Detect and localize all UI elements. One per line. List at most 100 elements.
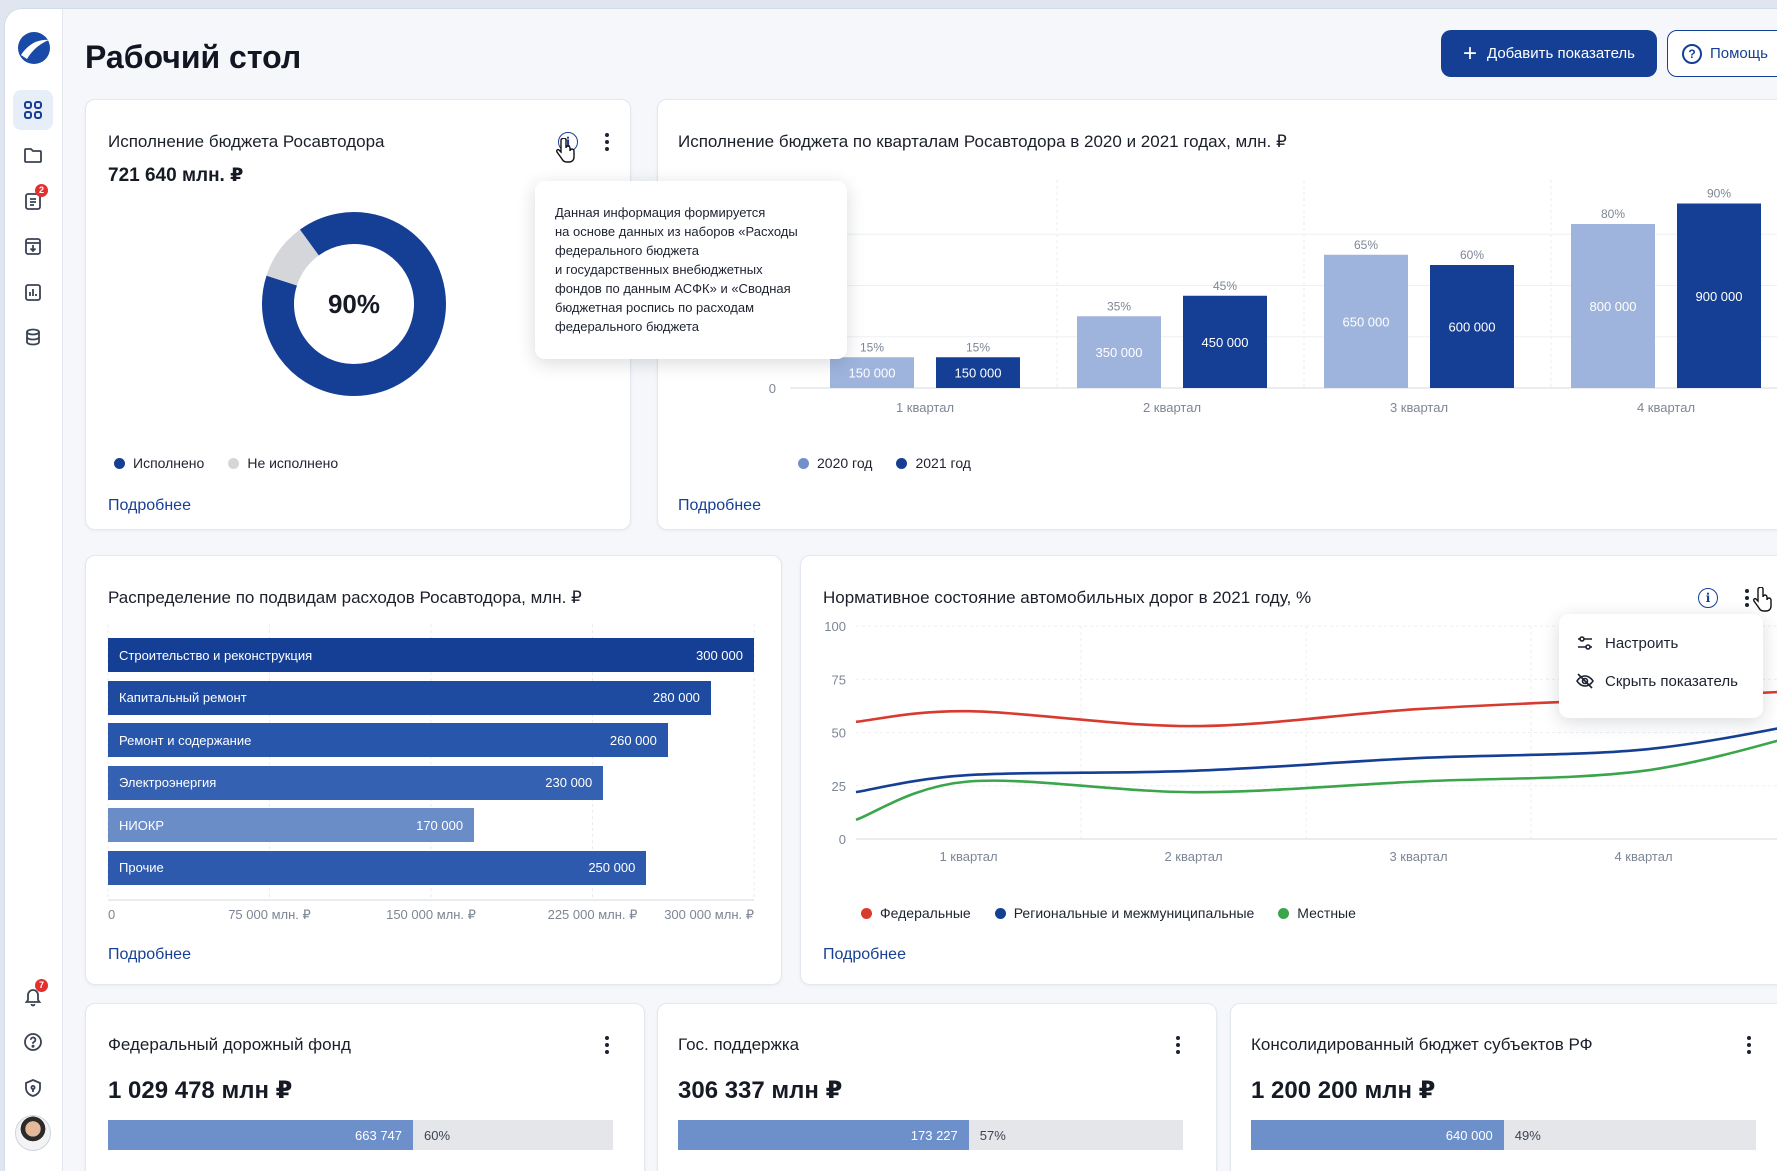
sidebar-item-folders[interactable] xyxy=(13,135,53,175)
y-tick-label: 0 xyxy=(769,381,776,396)
question-icon xyxy=(24,1033,42,1051)
question-icon: ? xyxy=(1682,43,1702,64)
bar-value-label: 150 000 xyxy=(849,366,896,381)
bar-percent-label: 60% xyxy=(1460,248,1484,262)
legend-item-executed: Исполнено xyxy=(114,455,204,471)
legend-label: Федеральные xyxy=(880,905,971,921)
bar-percent-label: 65% xyxy=(1354,238,1378,252)
bar-percent-label: 45% xyxy=(1213,279,1237,293)
menu-item-configure[interactable]: Настроить xyxy=(1575,633,1678,653)
subtypes-bar-chart: 0 75 000 млн. ₽ 150 000 млн. ₽ 225 000 млн.… xyxy=(86,556,783,986)
tasks-badge: 2 xyxy=(35,184,48,197)
budget-card-title: Исполнение бюджета Росавтодора xyxy=(108,132,385,151)
legend-item-federal: Федеральные xyxy=(861,905,971,921)
x-tick-label: 3 квартал xyxy=(1390,400,1448,415)
progress-bar: 663 747 60% xyxy=(108,1120,613,1150)
sidebar-item-database[interactable] xyxy=(13,317,53,357)
hbar-value-label: 250 000 xyxy=(588,860,636,875)
bar-percent-label: 15% xyxy=(860,340,884,354)
hbar-category-label: НИОКР xyxy=(119,817,165,833)
more-link[interactable]: Подробнее xyxy=(678,497,761,515)
y-tick-label: 50 xyxy=(832,726,846,741)
progress-percent: 49% xyxy=(1503,1120,1756,1150)
menu-item-label: Скрыть показатель xyxy=(1605,672,1738,690)
hbar-value-label: 280 000 xyxy=(652,690,700,705)
more-options-icon[interactable] xyxy=(1170,1034,1186,1056)
bar-value-label: 600 000 xyxy=(1449,320,1496,335)
x-tick-label: 75 000 млн. ₽ xyxy=(228,907,311,922)
x-tick-label: 1 квартал xyxy=(939,849,997,864)
x-tick-label: 0 xyxy=(108,907,115,922)
eye-off-icon xyxy=(1576,673,1594,689)
more-link[interactable]: Подробнее xyxy=(108,497,191,515)
more-options-icon[interactable] xyxy=(599,1034,615,1056)
x-tick-label: 150 000 млн. ₽ xyxy=(386,907,476,922)
info-tooltip: Данная информация формируется на основе … xyxy=(535,181,847,359)
hbar-category-label: Электроэнергия xyxy=(119,775,217,790)
hbar: Капитальный ремонт 280 000 xyxy=(108,680,711,715)
hbar-category-label: Прочие xyxy=(119,860,164,875)
bottom-card-value: 1 200 200 млн ₽ xyxy=(1251,1077,1436,1104)
bar-percent-label: 35% xyxy=(1107,299,1131,313)
grid-icon xyxy=(24,101,42,119)
hbar: Прочие 250 000 xyxy=(108,850,647,885)
help-button[interactable]: ? Помощь xyxy=(1667,30,1777,77)
legend-label: Исполнено xyxy=(133,455,205,471)
sidebar-item-help[interactable] xyxy=(13,1022,53,1062)
progress-fill: 173 227 xyxy=(678,1120,969,1150)
hbar-value-label: 230 000 xyxy=(545,775,593,790)
plus-icon: + xyxy=(1462,39,1477,67)
quarter-card-title: Исполнение бюджета по кварталам Росавтод… xyxy=(678,132,1287,151)
hbar-value-label: 300 000 xyxy=(696,647,743,663)
hbar: Строительство и реконструкция 300 000 xyxy=(108,638,754,672)
sliders-icon xyxy=(1578,636,1592,650)
add-indicator-label: Добавить показатель xyxy=(1487,45,1635,62)
more-link[interactable]: Подробнее xyxy=(823,946,906,964)
x-tick-label: 1 квартал xyxy=(896,400,954,415)
app-window: 2 7 Рабочий стол + Добавить показатель ?… xyxy=(4,8,1777,1171)
sidebar-item-security[interactable] xyxy=(13,1068,53,1108)
donut-slice xyxy=(266,229,320,287)
legend-label: Не исполнено xyxy=(247,455,339,471)
info-icon[interactable]: i xyxy=(1698,588,1718,608)
more-options-icon[interactable] xyxy=(599,131,615,153)
sidebar-item-notifications[interactable]: 7 xyxy=(13,976,53,1016)
more-options-icon[interactable] xyxy=(1741,1034,1757,1056)
progress-fill: 640 000 xyxy=(1251,1120,1504,1150)
x-tick-label: 2 квартал xyxy=(1164,849,1222,864)
menu-item-hide[interactable]: Скрыть показатель xyxy=(1575,671,1738,691)
x-tick-label: 300 000 млн. ₽ xyxy=(664,907,754,922)
bar-value-label: 150 000 xyxy=(955,366,1002,381)
bar-percent-label: 15% xyxy=(966,340,990,354)
sidebar-item-reports[interactable] xyxy=(13,272,53,312)
y-tick-label: 0 xyxy=(839,832,846,847)
legend-label: 2021 год xyxy=(915,455,971,471)
bottom-card-title: Федеральный дорожный фонд xyxy=(108,1035,351,1054)
sidebar-item-archive[interactable] xyxy=(13,226,53,266)
page-title: Рабочий стол xyxy=(85,39,302,75)
legend-item-2020: 2020 год xyxy=(798,455,872,471)
legend-item-local: Местные xyxy=(1278,905,1356,921)
progress-fill: 663 747 xyxy=(108,1120,414,1150)
hbar-value-label: 260 000 xyxy=(609,732,657,748)
legend-item-2021: 2021 год xyxy=(896,455,971,471)
sidebar-item-dashboard[interactable] xyxy=(13,90,53,130)
hbar-category-label: Ремонт и содержание xyxy=(119,732,252,748)
shield-icon xyxy=(25,1079,41,1097)
roads-card-title: Нормативное состояние автомобильных доро… xyxy=(823,588,1312,607)
options-menu: Настроить Скрыть показатель xyxy=(1559,614,1763,718)
hbar-value-label: 170 000 xyxy=(416,817,464,833)
add-indicator-button[interactable]: + Добавить показатель xyxy=(1441,30,1657,77)
bottom-card-value: 1 029 478 млн ₽ xyxy=(108,1077,293,1104)
bar-value-label: 350 000 xyxy=(1096,345,1143,360)
subtypes-card: Распределение по подвидам расходов Росав… xyxy=(85,555,782,985)
bar-value-label: 650 000 xyxy=(1343,314,1390,329)
more-link[interactable]: Подробнее xyxy=(108,946,191,964)
sidebar-item-tasks[interactable]: 2 xyxy=(13,181,53,221)
avatar[interactable] xyxy=(15,1115,51,1151)
bar-percent-label: 90% xyxy=(1707,187,1731,201)
legend-label: 2020 год xyxy=(817,455,873,471)
logo-icon xyxy=(18,32,50,64)
roads-legend: Федеральные Региональные и межмуниципаль… xyxy=(861,905,1356,921)
progress-bar: 640 000 49% xyxy=(1251,1120,1756,1150)
